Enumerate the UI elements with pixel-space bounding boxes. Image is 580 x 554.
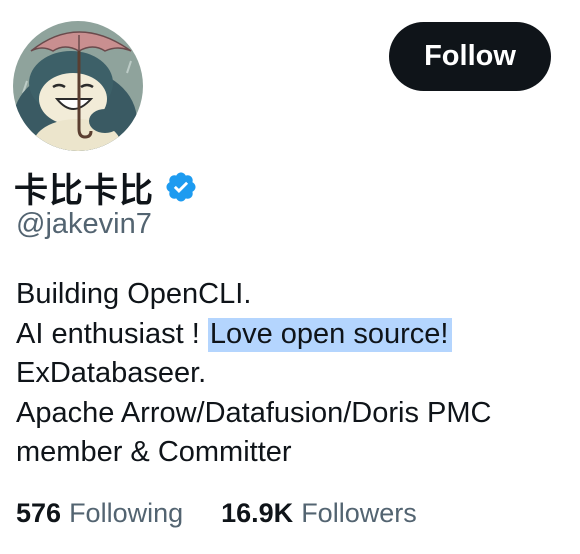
avatar[interactable] bbox=[13, 21, 143, 151]
follow-button[interactable]: Follow bbox=[389, 22, 551, 91]
followers-count: 16.9K bbox=[221, 498, 294, 528]
verified-badge-icon[interactable] bbox=[164, 170, 198, 204]
following-link[interactable]: 576 Following bbox=[16, 498, 183, 529]
bio-line: AI enthusiast ! Love open source! bbox=[16, 315, 566, 355]
bio-line: Building OpenCLI. bbox=[16, 278, 252, 310]
bio-line: ExDatabaseer. bbox=[16, 357, 207, 389]
name-row: 卡比卡比 bbox=[14, 163, 198, 212]
display-name[interactable]: 卡比卡比 bbox=[14, 163, 154, 212]
bio-line: member & Committer bbox=[16, 436, 292, 468]
followers-link[interactable]: 16.9K Followers bbox=[221, 498, 417, 529]
handle: @jakevin7 bbox=[16, 208, 152, 240]
bio-line: Apache Arrow/Datafusion/Doris PMC bbox=[16, 396, 492, 429]
bio: Building OpenCLI. AI enthusiast ! Love o… bbox=[16, 275, 566, 473]
bio-text: AI enthusiast ! bbox=[16, 317, 208, 350]
profile-stats: 576 Following 16.9K Followers bbox=[16, 498, 417, 529]
following-count: 576 bbox=[16, 498, 62, 528]
snorlax-umbrella-avatar-icon bbox=[13, 21, 143, 151]
profile-card: Follow 卡比卡比 @jakevin7 Building OpenCLI. … bbox=[0, 0, 580, 554]
followers-label: Followers bbox=[301, 498, 417, 528]
following-label: Following bbox=[69, 498, 184, 528]
selected-text: Love open source! bbox=[207, 317, 453, 352]
